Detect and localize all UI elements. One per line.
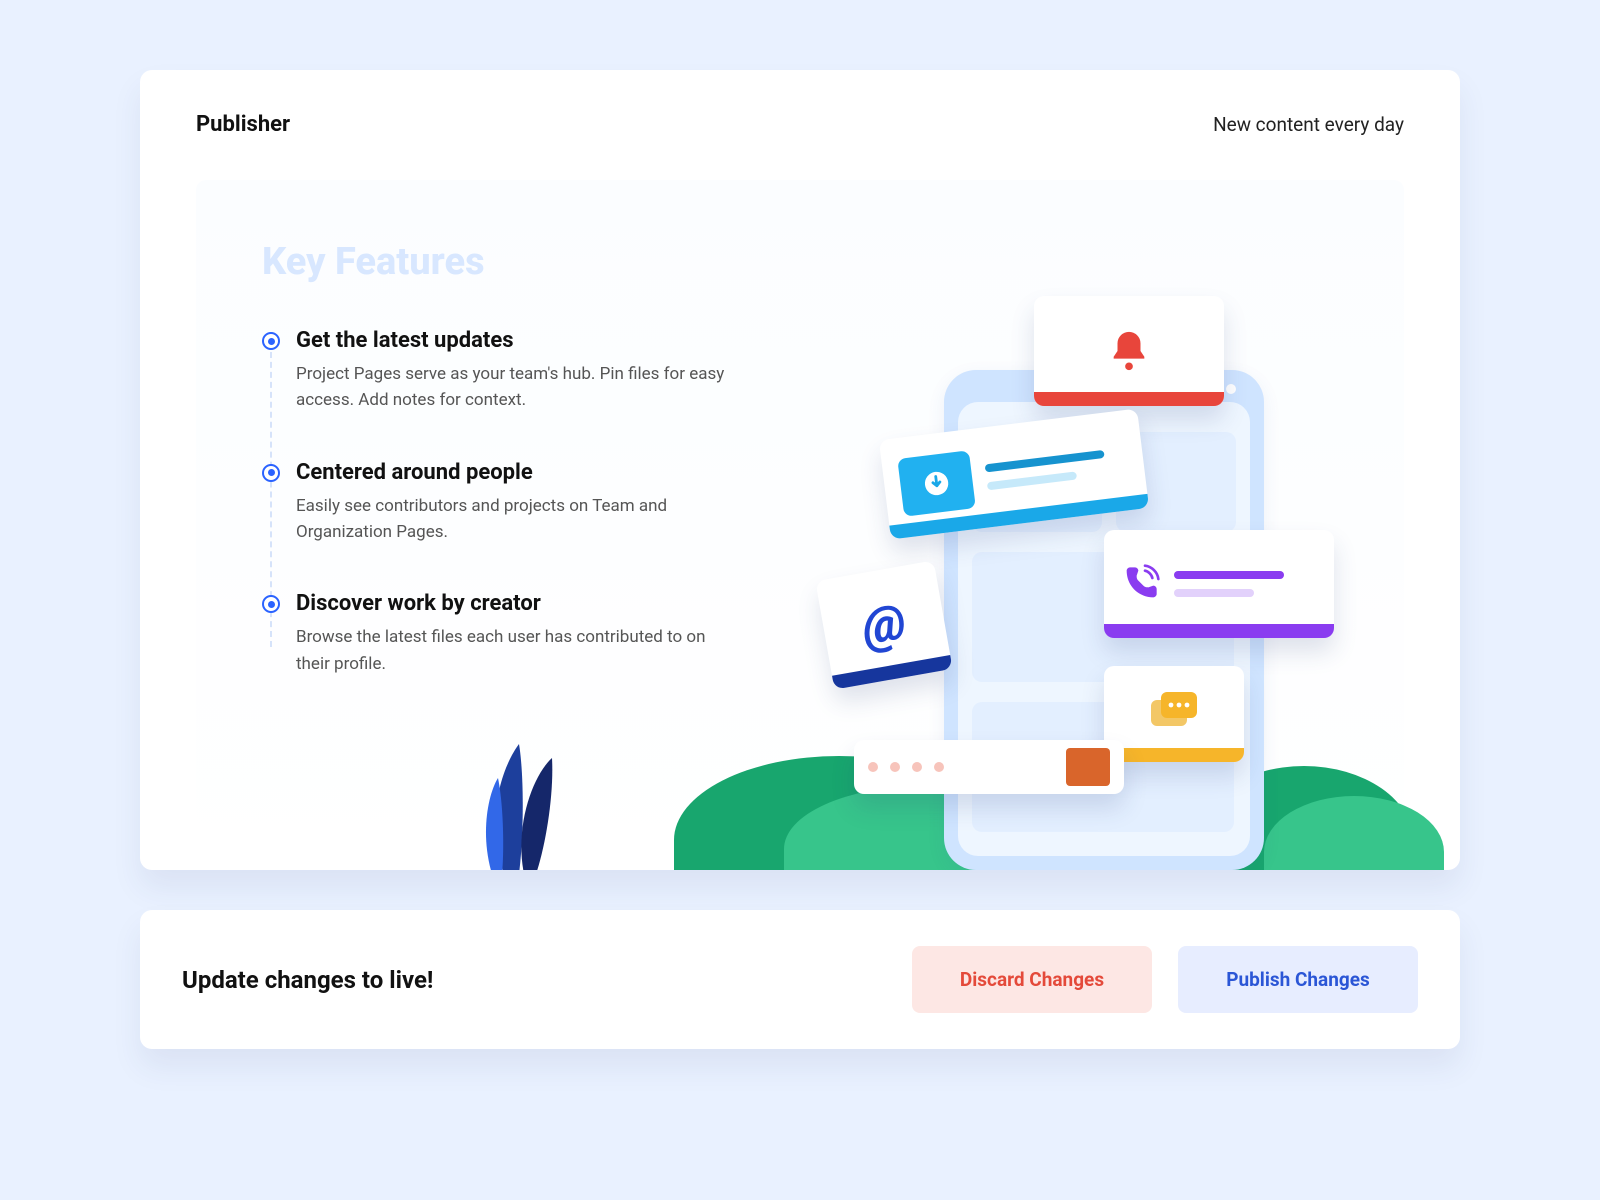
feature-title: Get the latest updates — [296, 328, 732, 353]
phone-icon — [1120, 564, 1160, 604]
hero-illustration: @ — [704, 330, 1404, 870]
card-header: Publisher New content every day — [140, 70, 1460, 167]
feature-title: Centered around people — [296, 460, 732, 485]
action-buttons: Discard Changes Publish Changes — [912, 946, 1418, 1013]
call-widget — [1104, 530, 1334, 638]
preview-surface: Key Features Get the latest updates Proj… — [196, 180, 1404, 870]
feature-item: Get the latest updates Project Pages ser… — [296, 328, 732, 414]
timeline-dot-icon — [262, 464, 280, 482]
timeline-dot-icon — [262, 595, 280, 613]
section-tagline: New content every day — [1213, 113, 1404, 136]
chat-icon — [1147, 692, 1201, 736]
feature-title: Discover work by creator — [296, 591, 732, 616]
at-icon: @ — [858, 593, 911, 658]
feature-item: Discover work by creator Browse the late… — [296, 591, 732, 677]
chat-widget — [1104, 666, 1244, 762]
action-prompt: Update changes to live! — [182, 966, 433, 994]
publish-button[interactable]: Publish Changes — [1178, 946, 1418, 1013]
plant-icon — [464, 744, 574, 870]
bell-icon — [1106, 328, 1152, 374]
feature-desc: Browse the latest files each user has co… — [296, 624, 732, 677]
features-heading: Key Features — [262, 240, 732, 284]
preview-card: Publisher New content every day Key Feat… — [140, 70, 1460, 870]
timeline-dot-icon — [262, 332, 280, 350]
features-block: Key Features Get the latest updates Proj… — [262, 240, 732, 677]
feature-desc: Project Pages serve as your team's hub. … — [296, 361, 732, 414]
search-widget — [854, 740, 1124, 794]
action-bar: Update changes to live! Discard Changes … — [140, 910, 1460, 1049]
download-icon — [921, 468, 952, 499]
section-title: Publisher — [196, 112, 290, 137]
features-timeline: Get the latest updates Project Pages ser… — [262, 328, 732, 677]
feature-item: Centered around people Easily see contri… — [296, 460, 732, 546]
feature-desc: Easily see contributors and projects on … — [296, 493, 732, 546]
notification-widget — [1034, 296, 1224, 406]
mention-widget: @ — [815, 560, 952, 689]
discard-button[interactable]: Discard Changes — [912, 946, 1152, 1013]
